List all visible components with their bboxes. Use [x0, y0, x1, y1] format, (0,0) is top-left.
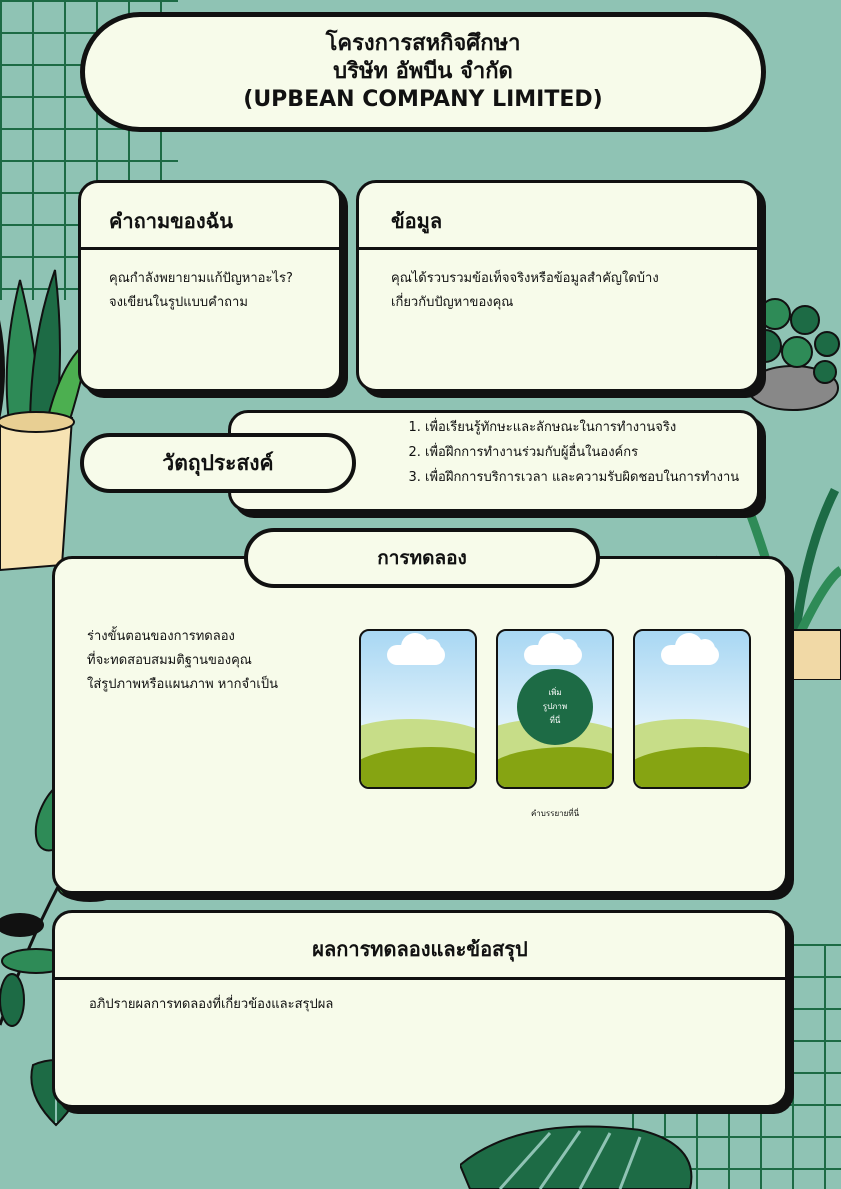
experiment-line1: ร่างขั้นตอนของการทดลอง: [87, 629, 235, 644]
add-photo-badge[interactable]: เพิ่ม รูปภาพ ที่นี่: [517, 669, 593, 745]
add-photo-badge-line2: รูปภาพ: [542, 702, 568, 711]
experiment-line2: ที่จะทดสอบสมมติฐานของคุณ: [87, 653, 252, 668]
photo-placeholder[interactable]: เพิ่ม รูปภาพ ที่นี่: [496, 629, 614, 789]
results-card: ผลการทดลองและข้อสรุป อภิปรายผลการทดลองที…: [52, 910, 788, 1108]
experiment-title: การทดลอง: [377, 547, 467, 569]
objective-title-pill: วัตถุประสงค์: [80, 433, 356, 493]
my-question-header: คำถามของฉัน: [81, 183, 339, 250]
photo-placeholder[interactable]: [633, 629, 751, 789]
information-body: คุณได้รวบรวมข้อเท็จจริงหรือข้อมูลสำคัญใด…: [391, 267, 659, 315]
cloud-icon: [661, 633, 719, 665]
photo-placeholder[interactable]: [359, 629, 477, 789]
my-question-line1: คุณกำลังพยายามแก้ปัญหาอะไร?: [109, 271, 293, 286]
cloud-icon: [387, 633, 445, 665]
experiment-line3: ใส่รูปภาพหรือแผนภาพ หากจำเป็น: [87, 677, 279, 692]
add-photo-badge-line3: ที่นี่: [549, 716, 561, 725]
hill-shape: [635, 747, 749, 787]
header-title-line3: (UPBEAN COMPANY LIMITED): [243, 87, 603, 112]
experiment-body: ร่างขั้นตอนของการทดลอง ที่จะทดสอบสมมติฐา…: [87, 625, 278, 697]
information-header: ข้อมูล: [359, 183, 757, 250]
results-header: ผลการทดลองและข้อสรุป: [55, 913, 785, 980]
information-card: ข้อมูล คุณได้รวบรวมข้อเท็จจริงหรือข้อมูล…: [356, 180, 760, 392]
objective-item: เพื่อเรียนรู้ทักษะและลักษณะในการทำงานจริ…: [425, 415, 755, 440]
information-line2: เกี่ยวกับปัญหาของคุณ: [391, 295, 514, 310]
experiment-card: ร่างขั้นตอนของการทดลอง ที่จะทดสอบสมมติฐา…: [52, 556, 788, 894]
hill-shape: [498, 747, 612, 787]
results-title: ผลการทดลองและข้อสรุป: [312, 937, 528, 961]
add-photo-badge-line1: เพิ่ม: [548, 688, 562, 697]
objective-title: วัตถุประสงค์: [162, 450, 274, 475]
objective-list: เพื่อเรียนรู้ทักษะและลักษณะในการทำงานจริ…: [403, 415, 755, 490]
experiment-title-pill: การทดลอง: [244, 528, 600, 588]
my-question-body: คุณกำลังพยายามแก้ปัญหาอะไร? จงเขียนในรูป…: [109, 267, 293, 315]
header-title-line1: โครงการสหกิจศึกษา: [325, 31, 521, 56]
information-line1: คุณได้รวบรวมข้อเท็จจริงหรือข้อมูลสำคัญใด…: [391, 271, 659, 286]
header-title-line2: บริษัท อัพบีน จำกัด: [333, 59, 513, 84]
header-title-banner: โครงการสหกิจศึกษา บริษัท อัพบีน จำกัด (U…: [80, 12, 766, 132]
results-text: อภิปรายผลการทดลองที่เกี่ยวข้องและสรุปผล: [89, 997, 334, 1012]
monstera-leaf-illustration: [460, 1125, 693, 1189]
information-title: ข้อมูล: [391, 209, 443, 233]
photo-caption: คำบรรยายที่นี่: [530, 809, 580, 818]
objective-item: เพื่อฝึกการทำงานร่วมกับผู้อื่นในองค์กร: [425, 440, 755, 465]
my-question-line2: จงเขียนในรูปแบบคำถาม: [109, 295, 248, 310]
my-question-title: คำถามของฉัน: [109, 209, 233, 233]
my-question-card: คำถามของฉัน คุณกำลังพยายามแก้ปัญหาอะไร? …: [78, 180, 342, 392]
cloud-icon: [524, 633, 582, 665]
objective-item: เพื่อฝึกการบริการเวลา และความรับผิดชอบใน…: [425, 465, 755, 490]
hill-shape: [361, 747, 475, 787]
